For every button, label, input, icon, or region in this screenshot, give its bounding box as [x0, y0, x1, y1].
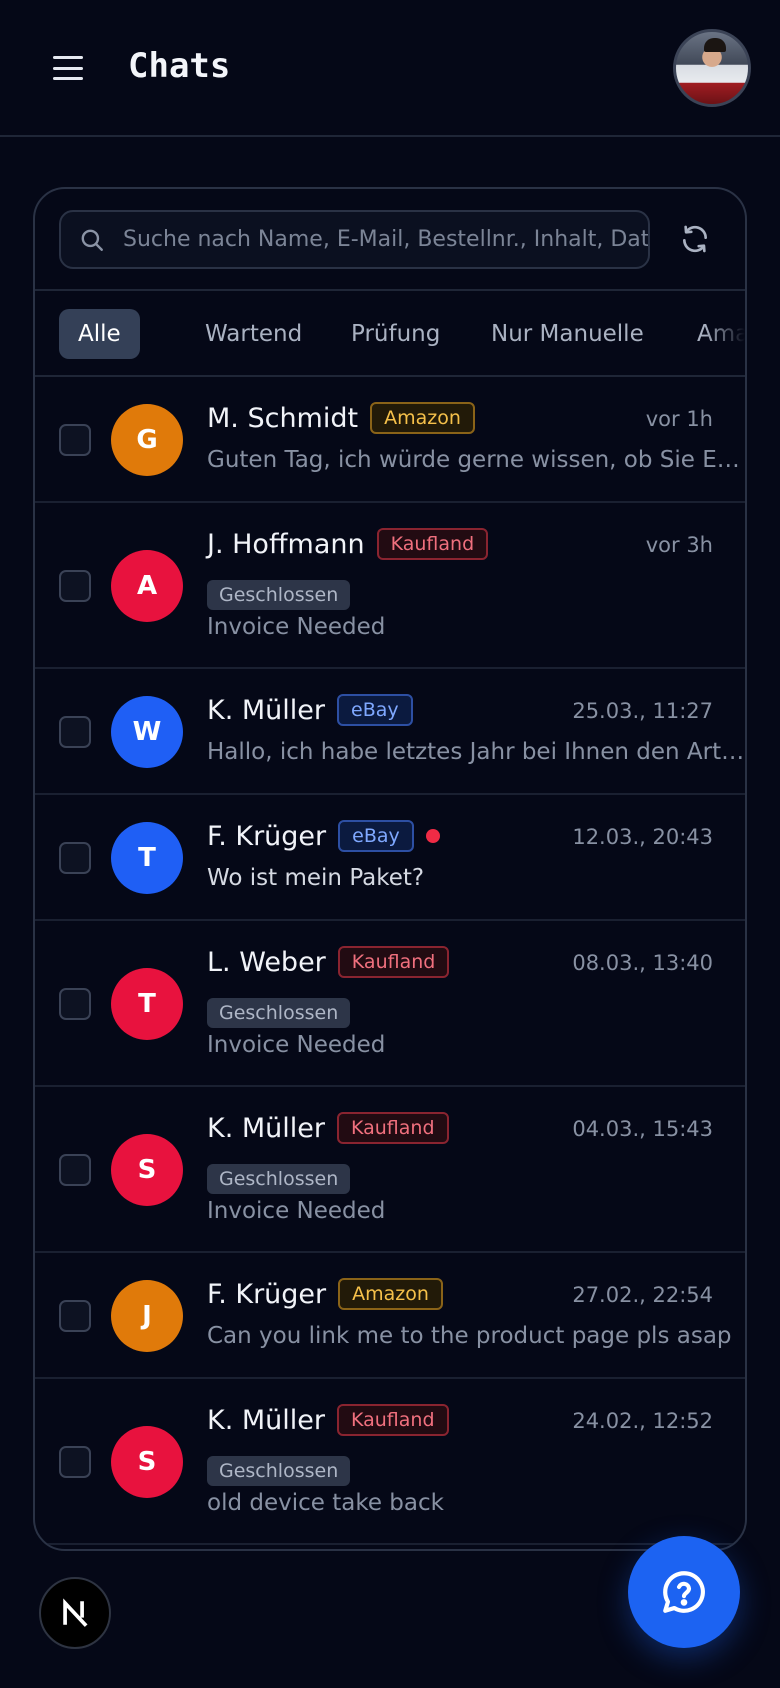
chat-row[interactable]: W K. Müller eBay 25.03., 11:27 Hallo, ich ha…	[35, 669, 745, 795]
name-line: K. Müller Kaufland	[207, 1108, 449, 1148]
help-chat-icon	[663, 1571, 705, 1613]
user-avatar[interactable]	[673, 29, 751, 107]
name-line: F. Krüger eBay	[207, 816, 440, 856]
contact-avatar: J	[111, 1280, 183, 1352]
contact-avatar: S	[111, 1134, 183, 1206]
select-checkbox[interactable]	[59, 716, 91, 748]
select-checkbox[interactable]	[59, 842, 91, 874]
search-input[interactable]	[123, 227, 648, 252]
message-preview: Invoice Needed	[207, 614, 386, 640]
message-preview: Invoice Needed	[207, 1032, 386, 1058]
contact-avatar: W	[111, 696, 183, 768]
select-checkbox[interactable]	[59, 1446, 91, 1478]
marketplace-badge: Amazon	[370, 402, 475, 434]
chat-list-panel: Alle Wartend Prüfung Nur Manuelle Amazon…	[33, 187, 747, 1551]
status-badge: Geschlossen	[207, 580, 351, 610]
contact-name: K. Müller	[207, 1112, 325, 1144]
marketplace-badge: Kaufland	[337, 1112, 449, 1144]
status-badge: Geschlossen	[207, 1456, 351, 1486]
marketplace-badge: eBay	[338, 820, 414, 852]
unread-dot	[425, 829, 440, 843]
tab-wartend[interactable]: Wartend	[186, 309, 321, 359]
name-line: J. Hoffmann Kaufland	[207, 524, 489, 564]
tab-pruefung[interactable]: Prüfung	[332, 309, 459, 359]
tab-nur-manuelle[interactable]: Nur Manuelle	[472, 309, 663, 359]
chat-row[interactable]: J F. Krüger Amazon 27.02., 22:54 Can you lin…	[35, 1253, 745, 1379]
contact-avatar: T	[111, 968, 183, 1040]
message-preview: Wo ist mein Paket?	[207, 865, 425, 891]
chat-list: G M. Schmidt Amazon vor 1h Guten Tag, ich wü…	[35, 377, 745, 1545]
contact-avatar: G	[111, 404, 183, 476]
contact-name: K. Müller	[207, 694, 325, 726]
menu-icon[interactable]	[50, 50, 86, 86]
timestamp: 12.03., 20:43	[572, 825, 713, 849]
chat-row[interactable]: T F. Krüger eBay 12.03., 20:43 Wo ist mein P…	[35, 795, 745, 921]
contact-name: J. Hoffmann	[207, 528, 365, 560]
next-logo-icon[interactable]	[39, 1577, 111, 1649]
marketplace-badge: Kaufland	[376, 528, 489, 560]
timestamp: 24.02., 12:52	[572, 1409, 713, 1433]
timestamp: 27.02., 22:54	[572, 1283, 713, 1307]
timestamp: 04.03., 15:43	[572, 1117, 713, 1141]
contact-avatar: S	[111, 1426, 183, 1498]
select-checkbox[interactable]	[59, 988, 91, 1020]
chat-row[interactable]: S K. Müller Kaufland 24.02., 12:52 Geschloss…	[35, 1379, 745, 1545]
contact-name: M. Schmidt	[207, 402, 359, 434]
contact-name: F. Krüger	[207, 820, 327, 852]
marketplace-badge: eBay	[337, 694, 413, 726]
contact-name: F. Krüger	[207, 1278, 327, 1310]
timestamp: vor 1h	[645, 407, 713, 431]
name-line: K. Müller eBay	[207, 690, 413, 730]
message-preview: Guten Tag, ich würde gerne wissen, ob Si…	[207, 447, 745, 473]
name-line: L. Weber Kaufland	[207, 942, 450, 982]
chat-row[interactable]: A J. Hoffmann Kaufland vor 3h Geschlossen Inv…	[35, 503, 745, 669]
contact-name: K. Müller	[207, 1404, 325, 1436]
timestamp: vor 3h	[645, 533, 713, 557]
message-preview: old device take back	[207, 1490, 444, 1516]
name-line: F. Krüger Amazon	[207, 1274, 443, 1314]
marketplace-badge: Amazon	[338, 1278, 443, 1310]
message-preview: Invoice Needed	[207, 1198, 386, 1224]
search-icon	[81, 229, 103, 251]
contact-avatar: T	[111, 822, 183, 894]
refresh-button[interactable]	[675, 219, 715, 259]
select-checkbox[interactable]	[59, 424, 91, 456]
message-preview: Can you link me to the product page pls …	[207, 1323, 732, 1349]
tab-alle[interactable]: Alle	[59, 309, 140, 359]
status-badge: Geschlossen	[207, 998, 351, 1028]
contact-avatar: A	[111, 550, 183, 622]
name-line: M. Schmidt Amazon	[207, 398, 475, 438]
search-row	[35, 189, 745, 291]
timestamp: 25.03., 11:27	[572, 699, 713, 723]
select-checkbox[interactable]	[59, 1300, 91, 1332]
timestamp: 08.03., 13:40	[572, 951, 713, 975]
help-chat-button[interactable]	[628, 1536, 740, 1648]
top-bar: Chats	[0, 0, 780, 137]
contact-name: L. Weber	[207, 946, 326, 978]
message-preview: Hallo, ich habe letztes Jahr bei Ihnen d…	[207, 739, 745, 765]
chat-row[interactable]: T L. Weber Kaufland 08.03., 13:40 Geschlosse…	[35, 921, 745, 1087]
search-field[interactable]	[59, 210, 650, 269]
chat-row[interactable]: S K. Müller Kaufland 04.03., 15:43 Geschloss…	[35, 1087, 745, 1253]
select-checkbox[interactable]	[59, 570, 91, 602]
select-checkbox[interactable]	[59, 1154, 91, 1186]
name-line: K. Müller Kaufland	[207, 1400, 449, 1440]
tabs-fade	[705, 291, 745, 375]
page-title: Chats	[128, 46, 231, 86]
refresh-icon	[683, 225, 707, 253]
marketplace-badge: Kaufland	[337, 946, 450, 978]
filter-tabs: Alle Wartend Prüfung Nur Manuelle Amazon	[35, 291, 745, 377]
marketplace-badge: Kaufland	[337, 1404, 449, 1436]
status-badge: Geschlossen	[207, 1164, 351, 1194]
chat-row[interactable]: G M. Schmidt Amazon vor 1h Guten Tag, ich wü…	[35, 377, 745, 503]
